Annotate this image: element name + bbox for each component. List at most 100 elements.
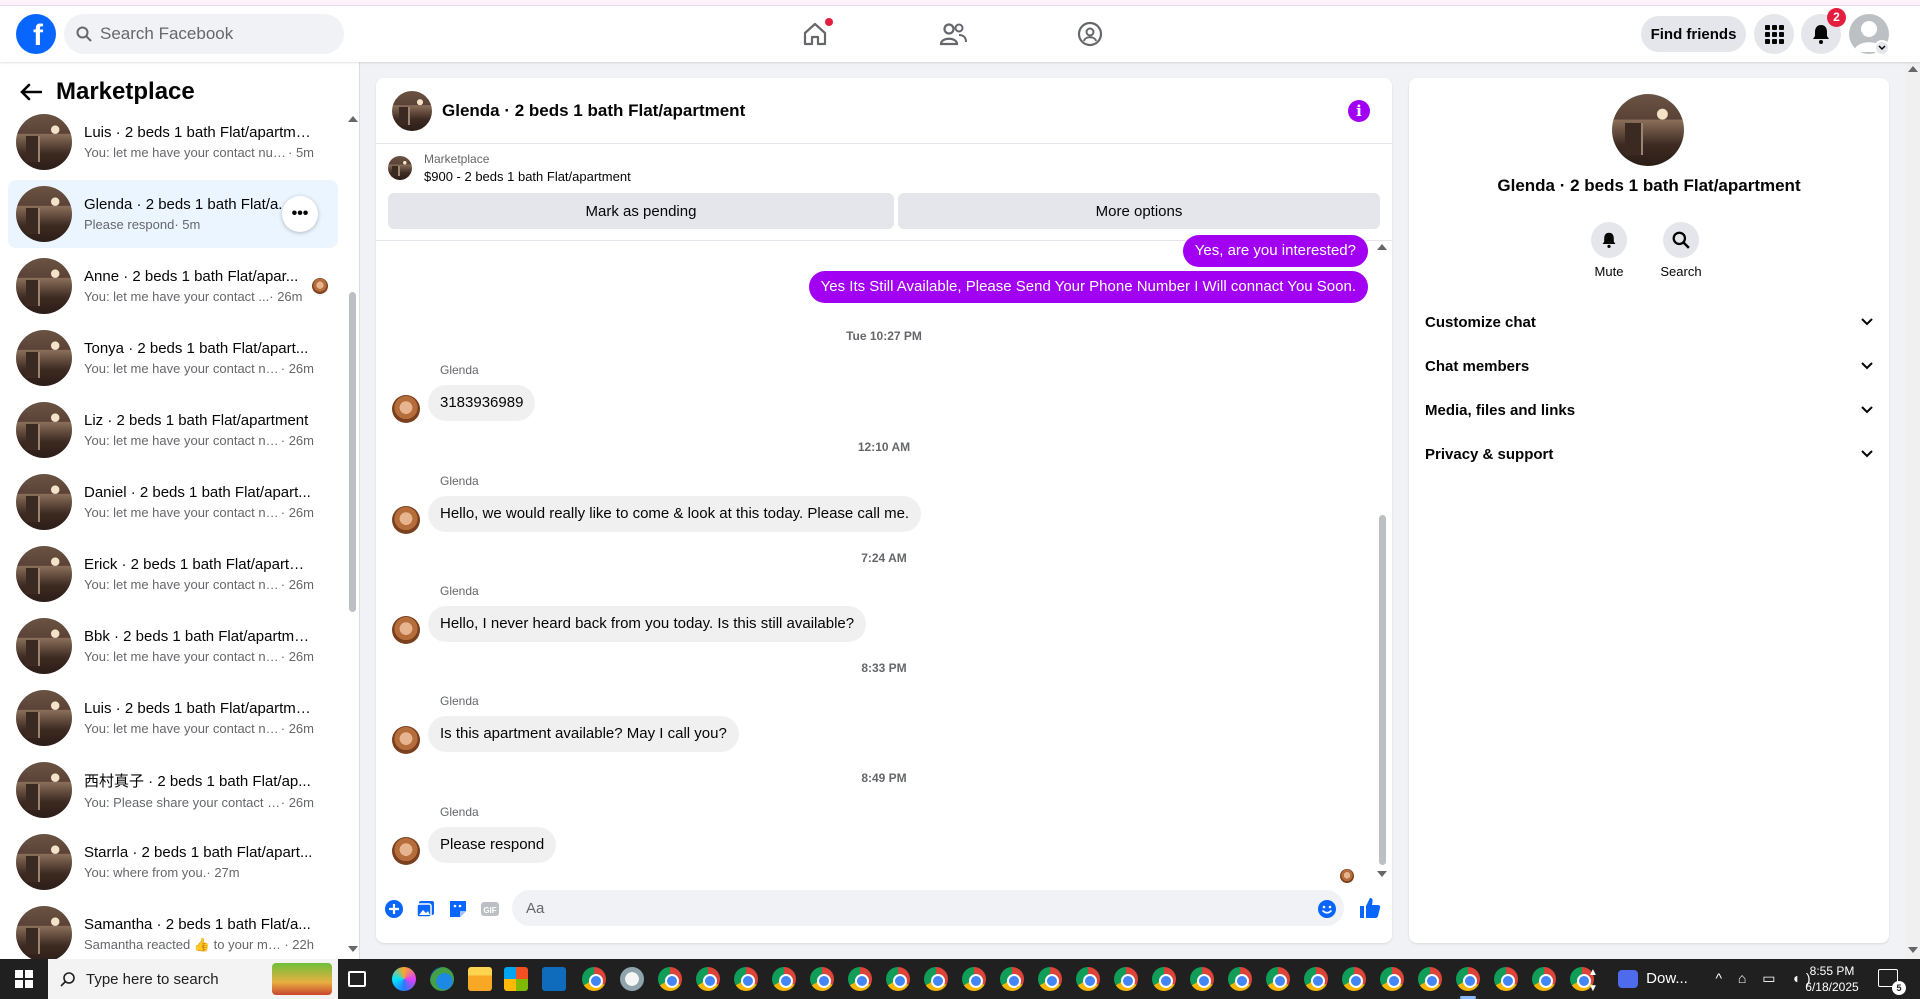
- plus-icon[interactable]: [384, 899, 404, 919]
- photo-icon[interactable]: [416, 899, 436, 919]
- chrome-icon[interactable]: [1228, 967, 1252, 991]
- search-facebook-box[interactable]: [64, 14, 344, 54]
- privacy-support-section[interactable]: Privacy & support: [1417, 434, 1881, 474]
- chrome-icon[interactable]: [582, 967, 606, 991]
- chat-listing-thumbnail[interactable]: [392, 90, 432, 131]
- conversation-item[interactable]: Liz · 2 beds 1 bath Flat/apartment You: l…: [8, 396, 338, 464]
- outlook-icon[interactable]: [542, 967, 566, 991]
- chrome-icon[interactable]: [1418, 967, 1442, 991]
- media-files-links-section[interactable]: Media, files and links: [1417, 390, 1881, 430]
- chrome-icon[interactable]: [924, 967, 948, 991]
- chrome-icon[interactable]: [1380, 967, 1404, 991]
- app-icon[interactable]: [620, 967, 644, 991]
- clock[interactable]: 8:55 PM 6/18/2025: [1797, 963, 1867, 995]
- groups-tab[interactable]: [1040, 12, 1140, 56]
- incoming-message[interactable]: Please respond: [428, 827, 557, 863]
- conversation-item[interactable]: Erick · 2 beds 1 bath Flat/apartm... You:…: [8, 540, 338, 608]
- file-explorer-icon[interactable]: [468, 967, 492, 991]
- chrome-icon-active[interactable]: [1456, 967, 1480, 991]
- chat-scroll-down-icon[interactable]: [1377, 871, 1387, 877]
- sender-avatar[interactable]: [392, 726, 420, 754]
- taskbar-overflow-arrows-icon[interactable]: ▲ ▼: [1586, 965, 1600, 997]
- chrome-icon[interactable]: [696, 967, 720, 991]
- chrome-icon[interactable]: [658, 967, 682, 991]
- microsoft-store-icon[interactable]: [504, 967, 528, 991]
- chrome-icon[interactable]: [886, 967, 910, 991]
- chrome-icon[interactable]: [1114, 967, 1138, 991]
- incoming-message[interactable]: Hello, I never heard back from you today…: [428, 606, 867, 642]
- taskbar-search-input[interactable]: [86, 970, 246, 988]
- edge-icon[interactable]: [430, 967, 454, 991]
- account-chevron-icon[interactable]: [1874, 40, 1890, 56]
- conversation-more-options-icon[interactable]: •••: [282, 196, 318, 232]
- facebook-logo-icon[interactable]: f: [16, 14, 56, 54]
- customize-chat-section[interactable]: Customize chat: [1417, 302, 1881, 342]
- chrome-icon[interactable]: [962, 967, 986, 991]
- chrome-icon[interactable]: [1342, 967, 1366, 991]
- friends-tab[interactable]: [903, 12, 1003, 56]
- chrome-icon[interactable]: [1038, 967, 1062, 991]
- chat-scrollbar[interactable]: [1379, 515, 1386, 865]
- menu-button[interactable]: [1754, 14, 1794, 54]
- chrome-icon[interactable]: [1266, 967, 1290, 991]
- more-options-button[interactable]: More options: [898, 193, 1380, 229]
- sender-avatar[interactable]: [392, 506, 420, 534]
- conversation-item[interactable]: 西村真子 · 2 beds 1 bath Flat/ap... You: Plea…: [8, 756, 338, 824]
- sender-avatar[interactable]: [392, 616, 420, 644]
- chrome-icon[interactable]: [772, 967, 796, 991]
- notifications-button[interactable]: 2: [1801, 8, 1846, 54]
- sidebar-scroll-up-icon[interactable]: [348, 116, 358, 122]
- chrome-icon[interactable]: [1076, 967, 1100, 991]
- mark-as-pending-button[interactable]: Mark as pending: [388, 193, 894, 229]
- search-in-conversation-action[interactable]: Search: [1651, 222, 1711, 279]
- conversation-item[interactable]: Anne · 2 beds 1 bath Flat/apar... You: le…: [8, 252, 338, 320]
- chrome-icon[interactable]: [1000, 967, 1024, 991]
- gif-icon[interactable]: GIF: [480, 899, 500, 919]
- conversation-item[interactable]: Luis · 2 beds 1 bath Flat/apartme... You:…: [8, 684, 338, 752]
- chrome-icon[interactable]: [1494, 967, 1518, 991]
- chrome-icon[interactable]: [848, 967, 872, 991]
- info-icon[interactable]: i: [1348, 100, 1370, 122]
- task-view-icon[interactable]: [348, 971, 366, 987]
- conversation-item[interactable]: Tonya · 2 beds 1 bath Flat/apart... You: …: [8, 324, 338, 392]
- details-listing-thumbnail[interactable]: [1612, 94, 1684, 166]
- conversation-item[interactable]: Starrla · 2 beds 1 bath Flat/apart... You…: [8, 828, 338, 896]
- chrome-icon[interactable]: [734, 967, 758, 991]
- sidebar-scroll-down-icon[interactable]: [348, 946, 358, 952]
- window-scroll-down-icon[interactable]: [1908, 947, 1918, 953]
- conversation-item-active[interactable]: Glenda · 2 beds 1 bath Flat/a... Please r…: [8, 180, 338, 248]
- emoji-icon[interactable]: [1317, 899, 1337, 919]
- copilot-icon[interactable]: [392, 967, 416, 991]
- message-input[interactable]: [512, 890, 1344, 926]
- find-friends-button[interactable]: Find friends: [1641, 16, 1746, 52]
- download-app-icon[interactable]: [1618, 970, 1638, 988]
- window-scrollbar[interactable]: [1905, 62, 1920, 959]
- taskbar-search-box[interactable]: [48, 959, 338, 999]
- conversation-item[interactable]: Bbk · 2 beds 1 bath Flat/apartme... You: …: [8, 612, 338, 680]
- thumbs-up-icon[interactable]: [1358, 896, 1382, 920]
- chrome-icon[interactable]: [1152, 967, 1176, 991]
- sender-avatar[interactable]: [392, 837, 420, 865]
- conversation-item[interactable]: Daniel · 2 beds 1 bath Flat/apart... You:…: [8, 468, 338, 536]
- sidebar-scrollbar[interactable]: [349, 292, 356, 612]
- chrome-icon[interactable]: [1304, 967, 1328, 991]
- home-tab[interactable]: [765, 12, 865, 56]
- mute-action[interactable]: Mute: [1579, 222, 1639, 279]
- sticker-icon[interactable]: [448, 899, 468, 919]
- incoming-message[interactable]: Is this apartment available? May I call …: [428, 716, 739, 752]
- conversation-item[interactable]: Luis · 2 beds 1 bath Flat/apartme... You:…: [8, 108, 338, 176]
- incoming-message[interactable]: 3183936989: [428, 385, 536, 421]
- chrome-icon[interactable]: [1532, 967, 1556, 991]
- sender-avatar[interactable]: [392, 395, 420, 423]
- window-scroll-up-icon[interactable]: [1908, 66, 1918, 72]
- conversation-item[interactable]: Samantha · 2 beds 1 bath Flat/a... Samant…: [8, 900, 338, 968]
- back-arrow-icon[interactable]: [20, 83, 42, 101]
- download-app-label[interactable]: Dow...: [1642, 971, 1692, 987]
- outgoing-message[interactable]: Yes Its Still Available, Please Send You…: [808, 271, 1368, 303]
- search-facebook-input[interactable]: [100, 24, 320, 44]
- start-button[interactable]: [0, 959, 48, 999]
- chrome-icon[interactable]: [1190, 967, 1214, 991]
- outgoing-message[interactable]: Yes, are you interested?: [1182, 235, 1368, 267]
- chat-title[interactable]: Glenda · 2 beds 1 bath Flat/apartment: [442, 101, 745, 121]
- chrome-icon[interactable]: [810, 967, 834, 991]
